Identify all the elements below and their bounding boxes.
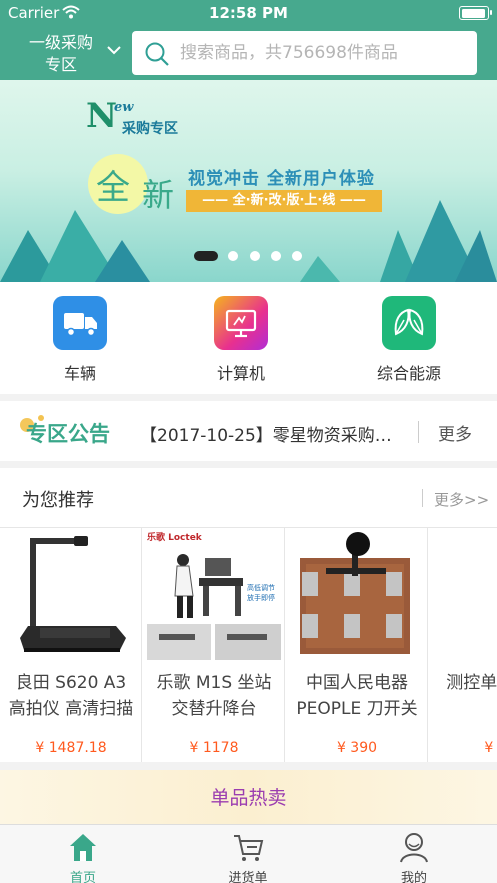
category-label: 车辆 [63, 364, 96, 383]
tab-home[interactable]: 首页 [33, 829, 133, 883]
brand-subtitle: 采购专区 [122, 121, 178, 137]
search-box[interactable] [132, 31, 477, 75]
banner-page-indicator [0, 250, 497, 262]
product-image-knife-switch [286, 528, 427, 664]
app-screen: Carrier 12:58 PM 一级采购 专区 搜索商品，共756698件商品… [0, 0, 497, 883]
product-card[interactable]: 良田 S620 A3高拍仪 高清扫描仪 ¥ 1487.18 [0, 528, 142, 762]
banner-quan: 全 [96, 168, 130, 208]
computer-icon [214, 296, 268, 350]
truck-icon [53, 296, 107, 350]
divider [422, 489, 423, 507]
product-price: ¥ 390 [336, 740, 378, 756]
battery-icon [459, 6, 492, 20]
user-icon [400, 833, 428, 863]
category-vehicle[interactable]: 车辆 [25, 296, 135, 386]
product-name: 测控单 源插件 [446, 673, 497, 693]
product-name: 中国人民电器 PEOPLE 刀开关 [296, 673, 418, 719]
zone-label-line1: 一级采购 [28, 33, 93, 52]
search-input[interactable] [180, 31, 470, 75]
tab-label: 我的 [400, 871, 427, 883]
banner-ribbon: —— 全·新·改·版·上·线 —— [186, 190, 382, 212]
recommend-title: 为您推荐 [22, 490, 94, 511]
product-price: ¥ 14 [484, 740, 497, 756]
category-label: 综合能源 [376, 364, 441, 383]
category-grid: 车辆 计算机 综合能源 [0, 282, 497, 394]
cart-icon [234, 835, 264, 861]
notice-title: 专区公告 [26, 422, 110, 446]
notice-bar: 专区公告 【2017-10-25】零星物资采购公告 更多 [0, 401, 497, 461]
product-image-brand: 乐歌 Loctek [147, 531, 203, 543]
product-name: 良田 S620 A3高拍仪 高清扫描仪 [8, 673, 134, 719]
page-dot-5[interactable] [292, 251, 302, 261]
brand-ew: ew [114, 100, 134, 115]
notice-text[interactable]: 【2017-10-25】零星物资采购公告 [140, 421, 395, 446]
category-computer[interactable]: 计算机 [186, 296, 296, 386]
zone-selector[interactable]: 一级采购 专区 [20, 30, 130, 76]
divider [418, 421, 419, 443]
search-icon [145, 42, 169, 66]
product-card[interactable]: 测控单 源插件 ¥ 14 [429, 528, 497, 762]
product-image-standing-desk: 乐歌 Loctek 高低调节 放手即停 [143, 528, 284, 664]
product-name: 乐歌 M1S 坐站交替升降台 [156, 673, 272, 719]
zone-label-line2: 专区 [44, 55, 77, 74]
chevron-down-icon [107, 46, 121, 55]
product-price: ¥ 1487.18 [35, 740, 107, 756]
leaf-icon [382, 296, 436, 350]
product-price: ¥ 1178 [189, 740, 239, 756]
tab-cart[interactable]: 进货单 [198, 829, 298, 883]
hot-sale-banner[interactable]: 单品热卖 [0, 770, 497, 824]
banner-xin: 新 [142, 176, 175, 214]
tab-bar: 首页 进货单 我的 [0, 824, 497, 883]
page-dot-4[interactable] [271, 251, 281, 261]
promo-banner[interactable]: N ew 采购专区 全 新 视觉冲击 全新用户体验 —— 全·新·改·版·上·线… [0, 80, 497, 282]
notice-more-link[interactable]: 更多 [438, 420, 472, 445]
category-energy[interactable]: 综合能源 [354, 296, 464, 386]
recommend-section: 为您推荐 更多>> 良田 S620 A3高拍仪 高清扫描仪 ¥ 1487.18 [0, 468, 497, 762]
product-image-caption: 高低调节 [247, 583, 275, 592]
page-dot-3[interactable] [250, 251, 260, 261]
page-dot-2[interactable] [228, 251, 238, 261]
product-image-module [429, 528, 497, 664]
status-bar: Carrier 12:58 PM [0, 0, 497, 26]
hot-sale-title: 单品热卖 [210, 787, 287, 809]
clock: 12:58 PM [209, 4, 288, 22]
product-card[interactable]: 乐歌 Loctek 高低调节 放手即停 乐歌 M1S 坐站交替升降台 ¥ 117… [143, 528, 285, 762]
tab-label: 首页 [69, 871, 96, 883]
product-image-document-camera [0, 528, 141, 664]
category-label: 计算机 [216, 364, 265, 383]
tab-profile[interactable]: 我的 [364, 829, 464, 883]
brand-letter: N [86, 96, 118, 136]
product-card[interactable]: 中国人民电器 PEOPLE 刀开关 ¥ 390 [286, 528, 428, 762]
banner-slogan: 视觉冲击 全新用户体验 [188, 169, 375, 189]
tab-label: 进货单 [228, 871, 268, 883]
home-icon [70, 834, 96, 861]
page-dot-1[interactable] [194, 251, 218, 261]
recommend-more-link[interactable]: 更多>> [434, 489, 489, 510]
product-image-caption: 放手即停 [247, 593, 275, 602]
header-bar: 一级采购 专区 [0, 26, 497, 80]
